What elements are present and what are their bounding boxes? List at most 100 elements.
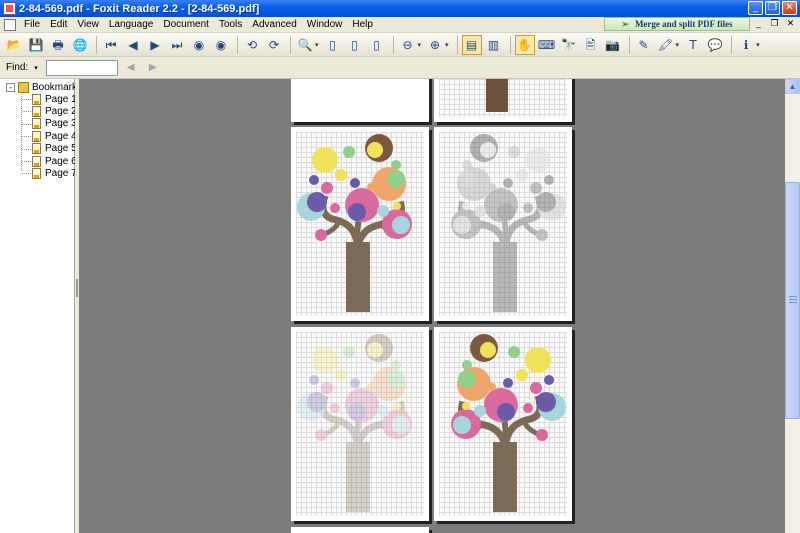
toolbar-dropdown-arrow[interactable]: ▾ xyxy=(756,41,760,49)
tree-branch-line xyxy=(22,111,31,113)
collapse-expander[interactable]: - xyxy=(6,83,15,92)
print-icon[interactable]: 🖶 xyxy=(48,35,68,55)
highlight-icon[interactable]: 🖍 xyxy=(656,35,676,55)
window-title: 2-84-569.pdf - Foxit Reader 2.2 - [2-84-… xyxy=(19,2,260,15)
zoom-icon[interactable]: 🔍 xyxy=(295,35,315,55)
bookmarks-root[interactable]: - Bookmarks xyxy=(6,82,82,93)
maximize-button[interactable]: ❐ xyxy=(765,1,780,15)
go-forward-icon[interactable]: ◉ xyxy=(211,35,231,55)
tree-illustration xyxy=(297,134,412,312)
open-icon[interactable]: 📂 xyxy=(4,35,24,55)
typewriter-icon[interactable]: T xyxy=(683,35,703,55)
bookmark-item[interactable]: Page 4 xyxy=(32,130,77,142)
tree-illustration-gray xyxy=(451,134,566,312)
find-bar: Find: ▾ ◀ ▶ xyxy=(0,57,800,79)
doc-restore-button[interactable]: ❐ xyxy=(768,18,781,30)
scroll-up-button[interactable]: ▲ xyxy=(785,79,800,94)
main-toolbar: 📂 💾 🖶 🌐 ⏮ ◀ ▶ ⏭ ◉ ◉ ⟲ ⟳ 🔍 ▾ ▯ ▯ ▯ ⊖ ▾ ⊕ ▾ ▤ ▥ ✋ ⌨ 🔭 🖹 📷 ✎ 🖍 ▾ T 💬 ℹ ▾ xyxy=(0,33,800,57)
menu-edit[interactable]: Edit xyxy=(45,19,72,30)
select-image-icon[interactable]: 🖹 xyxy=(581,35,601,55)
find-previous-button[interactable]: ◀ xyxy=(122,60,140,76)
bookmark-page-icon xyxy=(32,105,41,117)
arrow-icon: ➢ xyxy=(621,18,629,29)
first-page-icon[interactable]: ⏮ xyxy=(101,35,121,55)
annotation-icon[interactable]: ✎ xyxy=(634,35,654,55)
bookmark-page-icon xyxy=(32,143,41,155)
find-label: Find: xyxy=(6,62,29,73)
find-icon[interactable]: 🔭 xyxy=(559,35,579,55)
hand-tool-icon[interactable]: ✋ xyxy=(514,34,535,55)
toolbar-separator xyxy=(628,35,630,54)
minimize-button[interactable]: _ xyxy=(748,1,763,15)
toolbar-separator xyxy=(392,35,394,54)
foxit-app-icon[interactable] xyxy=(3,2,16,15)
menu-advanced[interactable]: Advanced xyxy=(247,19,301,30)
thumbnail-panel-icon[interactable]: ▥ xyxy=(484,35,504,55)
rotate-right-icon[interactable]: ⟳ xyxy=(264,35,284,55)
scroll-thumb[interactable] xyxy=(785,182,800,419)
bookmark-page-icon xyxy=(32,93,41,105)
menu-file[interactable]: File xyxy=(19,19,45,30)
bookmark-page-icon xyxy=(32,118,41,130)
close-button[interactable]: ✕ xyxy=(782,1,797,15)
info-icon[interactable]: ℹ xyxy=(736,35,756,55)
snapshot-icon[interactable]: 📷 xyxy=(603,35,623,55)
menu-window[interactable]: Window xyxy=(302,19,348,30)
zoom-in-icon[interactable]: ⊕ xyxy=(425,35,445,55)
splitter-grip[interactable] xyxy=(76,279,78,297)
document-window-controls: _ ❐ ✕ xyxy=(752,18,797,30)
page-5 xyxy=(291,327,429,521)
last-page-icon[interactable]: ⏭ xyxy=(167,35,187,55)
menu-tools[interactable]: Tools xyxy=(214,19,247,30)
select-text-icon[interactable]: ⌨ xyxy=(537,35,557,55)
bookmark-item[interactable]: Page 3 xyxy=(32,118,77,130)
merge-split-promo-banner[interactable]: ➢ Merge and split PDF files xyxy=(604,17,750,31)
menu-language[interactable]: Language xyxy=(104,19,159,30)
toolbar-separator xyxy=(456,35,458,54)
fit-page-icon[interactable]: ▯ xyxy=(345,35,365,55)
tree-branch-line xyxy=(22,99,31,100)
bookmark-page-icon xyxy=(32,155,41,167)
document-viewer[interactable] xyxy=(79,79,785,533)
find-input[interactable] xyxy=(45,59,118,76)
find-next-button[interactable]: ▶ xyxy=(144,60,162,76)
vertical-scrollbar[interactable]: ▲ xyxy=(785,79,800,533)
find-options-dropdown[interactable]: ▾ xyxy=(34,64,38,72)
bookmark-item[interactable]: Page 1 xyxy=(32,93,77,105)
bookmark-label: Page 1 xyxy=(45,93,77,105)
web-icon[interactable]: 🌐 xyxy=(70,35,90,55)
bookmark-item[interactable]: Page 2 xyxy=(32,105,77,117)
toolbar-dropdown-arrow[interactable]: ▾ xyxy=(445,41,449,49)
doc-close-button[interactable]: ✕ xyxy=(784,18,797,30)
title-bar: 2-84-569.pdf - Foxit Reader 2.2 - [2-84-… xyxy=(0,0,800,17)
fit-width-icon[interactable]: ▯ xyxy=(367,35,387,55)
menu-document[interactable]: Document xyxy=(158,19,214,30)
toolbar-dropdown-arrow[interactable]: ▾ xyxy=(315,41,319,49)
menu-view[interactable]: View xyxy=(72,19,104,30)
bookmark-item[interactable]: Page 7 xyxy=(32,167,77,179)
toolbar-separator xyxy=(290,35,291,54)
bookmark-item[interactable]: Page 6 xyxy=(32,155,77,167)
toolbar-dropdown-arrow[interactable]: ▾ xyxy=(676,41,680,49)
bookmarks-panel-icon[interactable]: ▤ xyxy=(461,34,482,55)
menu-help[interactable]: Help xyxy=(347,19,378,30)
note-icon[interactable]: 💬 xyxy=(705,35,725,55)
next-page-icon[interactable]: ▶ xyxy=(145,35,165,55)
bookmark-item[interactable]: Page 5 xyxy=(32,143,77,155)
rotate-left-icon[interactable]: ⟲ xyxy=(242,35,262,55)
save-icon[interactable]: 💾 xyxy=(26,35,46,55)
tree-illustration-faded xyxy=(297,334,412,512)
tree-illustration-mirrored xyxy=(451,334,566,512)
zoom-out-icon[interactable]: ⊖ xyxy=(398,35,418,55)
actual-size-icon[interactable]: ▯ xyxy=(323,35,343,55)
toolbar-separator xyxy=(237,35,238,54)
toolbar-dropdown-arrow[interactable]: ▾ xyxy=(418,41,422,49)
tree-branch-line xyxy=(22,123,31,125)
prev-page-icon[interactable]: ◀ xyxy=(123,35,143,55)
bookmark-label: Page 3 xyxy=(45,118,77,130)
go-back-icon[interactable]: ◉ xyxy=(189,35,209,55)
doc-minimize-button[interactable]: _ xyxy=(752,18,765,30)
bookmark-label: Page 2 xyxy=(45,105,77,117)
document-menu-icon[interactable] xyxy=(4,18,16,31)
bookmark-label: Page 5 xyxy=(45,143,77,155)
